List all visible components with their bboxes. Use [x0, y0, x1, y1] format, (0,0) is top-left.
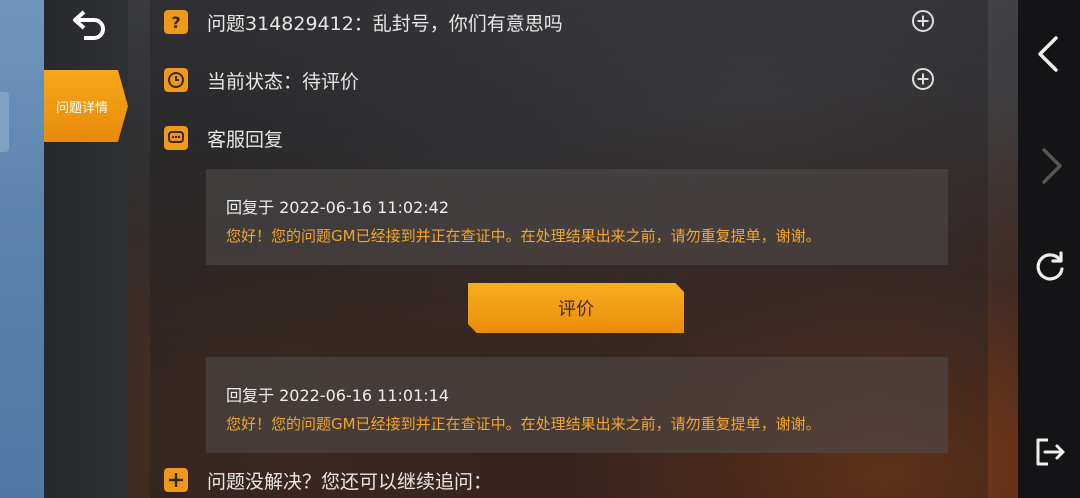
left-edge-background — [0, 0, 44, 498]
back-button[interactable] — [70, 8, 110, 42]
plus-icon[interactable] — [164, 468, 188, 492]
question-icon: ? — [164, 10, 188, 34]
rate-button[interactable]: 评价 — [468, 283, 684, 333]
reply-time: 回复于 2022-06-16 11:02:42 — [226, 198, 450, 217]
status-text: 当前状态：待评价 — [207, 70, 360, 93]
system-nav-bar — [1018, 0, 1080, 498]
refresh-icon[interactable] — [1030, 247, 1070, 287]
tab-question-detail-label: 问题详情 — [55, 100, 108, 116]
reply-card: 回复于 2022-06-16 11:02:42 您好！您的问题GM已经接到并正在… — [206, 169, 948, 265]
tab-question-detail[interactable]: 问题详情 — [44, 70, 128, 142]
followup-row: 问题没解决？您还可以继续追问： — [164, 468, 964, 493]
expand-icon[interactable] — [912, 68, 934, 90]
reply-body: 您好！您的问题GM已经接到并正在查证中。在处理结果出来之前，请勿重复提单，谢谢。 — [226, 415, 821, 433]
status-row: 当前状态：待评价 — [164, 68, 964, 93]
side-nav: 问题详情 — [44, 0, 129, 498]
reply-card: 回复于 2022-06-16 11:01:14 您好！您的问题GM已经接到并正在… — [206, 357, 948, 453]
forward-arrow-icon[interactable] — [1030, 146, 1070, 186]
exit-icon[interactable] — [1030, 432, 1070, 472]
clock-icon — [164, 68, 188, 92]
support-reply-heading: 客服回复 — [207, 128, 284, 151]
reply-body: 您好！您的问题GM已经接到并正在查证中。在处理结果出来之前，请勿重复提单，谢谢。 — [226, 227, 821, 245]
back-arrow-icon[interactable] — [1030, 34, 1070, 74]
question-row: ? 问题314829412：乱封号，你们有意思吗 — [164, 10, 964, 35]
reply-heading-row: 客服回复 — [164, 126, 964, 151]
expand-icon[interactable] — [912, 10, 934, 32]
chat-icon — [164, 126, 188, 150]
followup-text: 问题没解决？您还可以继续追问： — [207, 470, 493, 493]
edge-tab — [0, 92, 9, 152]
question-title: 问题314829412：乱封号，你们有意思吗 — [207, 12, 563, 35]
content-column: ? 问题314829412：乱封号，你们有意思吗 当前状态：待评价 客服回复 回… — [150, 0, 988, 498]
reply-time: 回复于 2022-06-16 11:01:14 — [226, 386, 450, 405]
undo-icon — [73, 10, 105, 40]
main-panel: ? 问题314829412：乱封号，你们有意思吗 当前状态：待评价 客服回复 回… — [128, 0, 1018, 498]
